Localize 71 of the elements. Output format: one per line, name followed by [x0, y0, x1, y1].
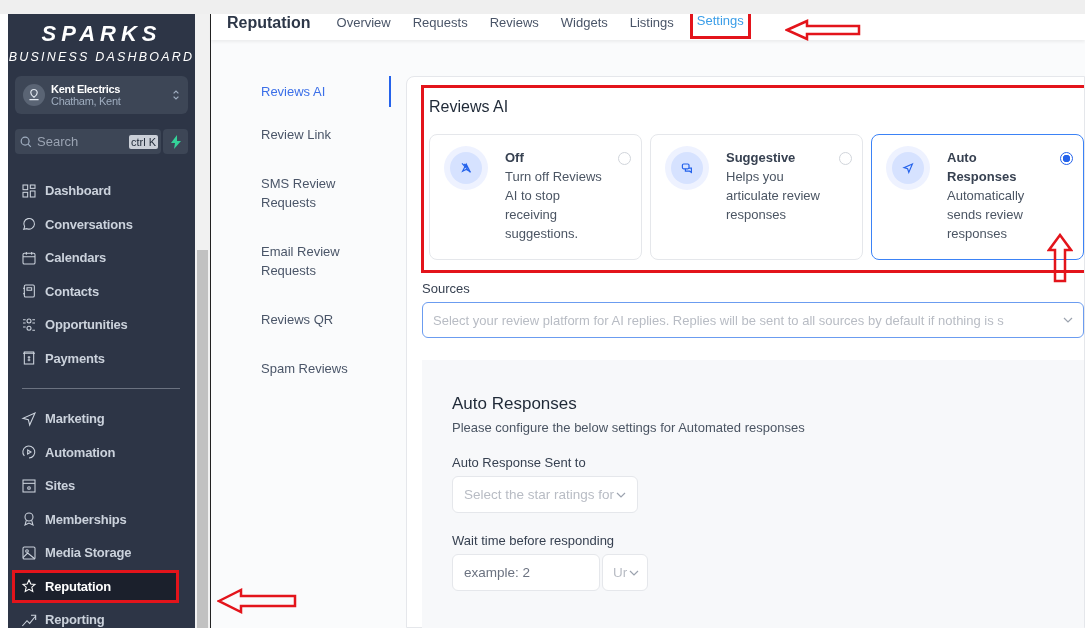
option-card[interactable]: Auto Responses Automatically sends review responses	[871, 134, 1084, 260]
quick-action-button[interactable]	[163, 129, 188, 154]
nav-icon	[21, 316, 37, 333]
tab[interactable]: Requests	[412, 14, 468, 30]
nav-icon	[21, 578, 37, 595]
chevron-down-icon	[629, 569, 640, 576]
shortcut-hint: ctrl K	[128, 134, 158, 149]
option-title: Suggestive	[726, 149, 797, 167]
page-title: Reputation	[227, 14, 311, 32]
chevron-down-icon	[616, 491, 627, 498]
nav-icon	[21, 283, 37, 300]
sidebar-item[interactable]: Payments	[12, 341, 191, 375]
nav-icon	[21, 544, 37, 561]
tab[interactable]: Overview	[336, 14, 391, 30]
nav-icon	[21, 477, 37, 494]
wait-time-field[interactable]: example: 2	[452, 554, 600, 591]
field-label: Wait time before responding	[452, 533, 615, 548]
section-description: Please configure the below settings for Automated responses	[452, 420, 805, 435]
option-card[interactable]: Suggestive Helps you articulate review responses	[650, 134, 863, 260]
sidebar-item[interactable]: Reporting	[12, 603, 191, 628]
option-title: Auto Responses	[947, 149, 1018, 186]
option-card[interactable]: Off Turn off Reviews AI to stop receiving suggestions.	[429, 134, 642, 260]
sidebar-item[interactable]: Automation	[12, 435, 191, 469]
option-description: Helps you articulate review responses	[726, 168, 821, 224]
option-icon	[665, 146, 709, 190]
chevron-down-icon	[1063, 317, 1073, 323]
nav-icon	[21, 511, 37, 528]
section-title: Reviews AI	[429, 98, 510, 116]
option-icon	[886, 146, 930, 190]
settings-nav-item[interactable]: Email Review Requests	[261, 236, 391, 286]
sidebar-item[interactable]: Dashboard	[12, 174, 191, 208]
field-label: Sources	[422, 281, 471, 296]
sidebar-item[interactable]: Reputation	[12, 569, 179, 603]
field-label: Auto Response Sent to	[452, 455, 586, 470]
settings-nav-item[interactable]: Reviews AI	[261, 76, 391, 107]
search-field[interactable]: Search ctrl K	[15, 129, 161, 154]
nav-icon	[21, 182, 37, 199]
nav-icon	[21, 350, 37, 367]
option-title: Off	[505, 149, 525, 167]
nav-icon	[21, 410, 37, 427]
settings-nav-item[interactable]: SMS Review Requests	[261, 168, 391, 218]
nav-icon	[21, 249, 37, 266]
sidebar-item[interactable]: Marketing	[12, 402, 191, 436]
nav-icon	[21, 216, 37, 233]
tab[interactable]: Widgets	[560, 14, 608, 30]
lightning-icon	[169, 134, 182, 149]
sidebar-item[interactable]: Memberships	[12, 502, 191, 536]
radio-button[interactable]	[1060, 152, 1073, 165]
search-icon	[19, 134, 33, 149]
sidebar-item[interactable]: Conversations	[12, 207, 191, 241]
brand-name: SPARKS	[41, 22, 162, 46]
settings-nav-item[interactable]: Review Link	[261, 119, 391, 150]
sidebar-item[interactable]: Opportunities	[12, 308, 191, 342]
location-pin-icon	[23, 84, 45, 106]
settings-nav-item[interactable]: Spam Reviews	[261, 353, 391, 384]
option-description: Turn off Reviews AI to stop receiving suggestions.	[505, 168, 603, 243]
settings-nav-item[interactable]: Reviews QR	[261, 304, 391, 335]
sidebar-item[interactable]: Contacts	[12, 274, 191, 308]
section-title: Auto Responses	[452, 394, 577, 414]
sidebar-item[interactable]: Calendars	[12, 241, 191, 275]
account-switcher[interactable]: Kent Electrics Chatham, Kent	[15, 76, 188, 114]
chevron-updown-icon	[172, 88, 180, 102]
scrollbar-thumb[interactable]	[197, 250, 208, 628]
option-description: Automatically sends review responses	[947, 187, 1026, 243]
tab[interactable]: Reviews	[489, 14, 539, 30]
sidebar-item[interactable]: Sites	[12, 469, 191, 503]
option-icon	[444, 146, 488, 190]
tab[interactable]: Listings	[629, 14, 674, 30]
brand-tagline: BUSINESS DASHBOARD	[8, 50, 195, 64]
sidebar-item[interactable]: Media Storage	[12, 536, 191, 570]
nav-icon	[21, 444, 37, 461]
